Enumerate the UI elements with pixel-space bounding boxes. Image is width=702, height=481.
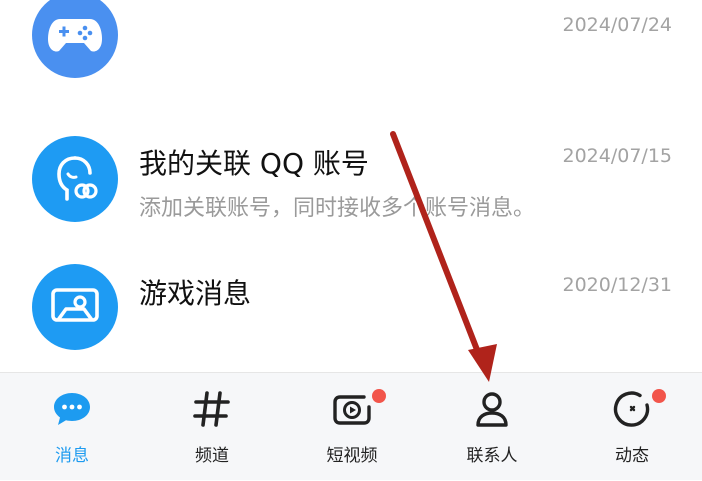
conversation-time: 2024/07/15 bbox=[562, 145, 672, 167]
conversation-time: 2020/12/31 bbox=[562, 274, 672, 296]
message-bubble-icon bbox=[50, 387, 94, 431]
tab-label: 动态 bbox=[615, 446, 649, 466]
conversation-item-linked-qq[interactable]: 我的关联 QQ 账号 添加关联账号，同时接收多个账号消息。 2024/07/15 bbox=[0, 120, 702, 240]
conversation-title: 游戏消息 bbox=[139, 277, 252, 310]
conversation-list: 2024/07/24 我的关联 QQ 账号 添加关联账号，同时接收多个账号消息。… bbox=[0, 0, 702, 372]
linked-account-icon bbox=[32, 136, 118, 222]
contacts-icon bbox=[470, 387, 514, 431]
game-screen-icon bbox=[32, 264, 118, 350]
tab-label: 短视频 bbox=[326, 446, 378, 466]
tab-messages[interactable]: 消息 bbox=[2, 373, 142, 481]
notification-badge bbox=[372, 389, 386, 403]
short-video-icon bbox=[330, 387, 374, 431]
tab-label: 频道 bbox=[195, 446, 229, 466]
conversation-item-games[interactable]: 2024/07/24 bbox=[0, 0, 702, 108]
tab-channels[interactable]: 频道 bbox=[142, 373, 282, 481]
conversation-title: 我的关联 QQ 账号 bbox=[139, 147, 369, 180]
tab-label: 联系人 bbox=[466, 446, 518, 466]
conversation-preview: 添加关联账号，同时接收多个账号消息。 bbox=[139, 196, 536, 221]
tab-moments[interactable]: 动态 bbox=[562, 373, 702, 481]
gamepad-icon bbox=[32, 0, 118, 78]
bottom-tab-bar: 消息 频道 短视频 联系人 动态 bbox=[0, 372, 702, 480]
moments-icon bbox=[610, 387, 654, 431]
notification-badge bbox=[652, 389, 666, 403]
conversation-item-game-messages[interactable]: 游戏消息 2020/12/31 bbox=[0, 252, 702, 372]
tab-label: 消息 bbox=[55, 446, 89, 466]
tab-short-video[interactable]: 短视频 bbox=[282, 373, 422, 481]
tab-contacts[interactable]: 联系人 bbox=[422, 373, 562, 481]
conversation-time: 2024/07/24 bbox=[562, 14, 672, 36]
hashtag-icon bbox=[190, 387, 234, 431]
